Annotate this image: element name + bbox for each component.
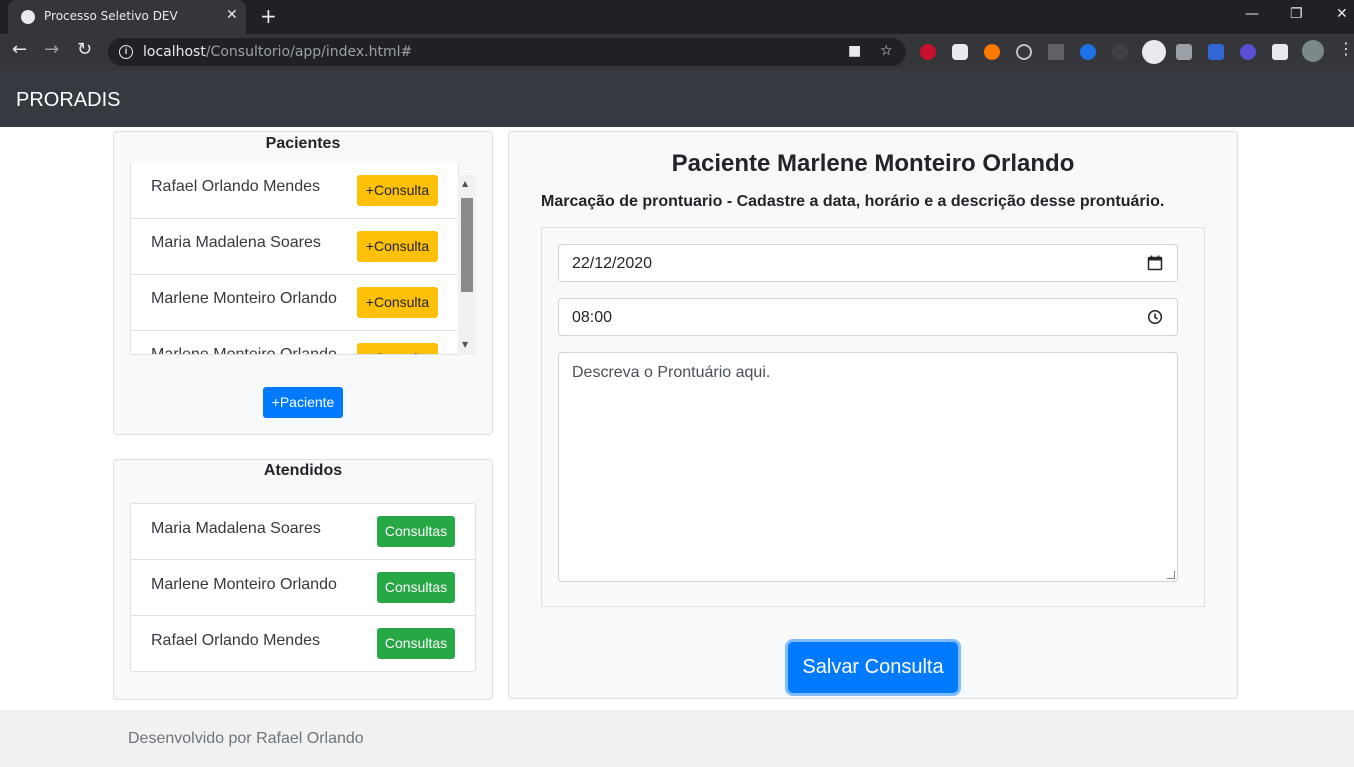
camera-icon[interactable]: ■ (848, 43, 861, 59)
download-extension-icon[interactable] (1208, 44, 1224, 60)
gear-extension-icon[interactable] (1240, 44, 1256, 60)
consultas-button[interactable]: Consultas (377, 516, 455, 547)
address-bar[interactable]: i localhost/Consultorio/app/index.html# … (108, 38, 906, 66)
pacientes-title: Pacientes (265, 135, 341, 152)
adblock-icon[interactable] (920, 44, 936, 60)
puzzle-icon[interactable] (1272, 44, 1288, 60)
list-item: Marlene Monteiro Orlando +Consulta (131, 331, 458, 355)
chat-extension-icon[interactable] (952, 44, 968, 60)
add-consulta-button[interactable]: +Consulta (357, 343, 438, 354)
resize-handle[interactable] (1167, 571, 1175, 579)
new-tab-icon[interactable]: + (260, 4, 277, 28)
scroll-down-icon[interactable]: ▼ (462, 340, 468, 349)
save-consulta-button[interactable]: Salvar Consulta (788, 642, 958, 693)
patient-name: Marlene Monteiro Orlando (151, 346, 337, 355)
restore-icon[interactable]: ❐ (1290, 6, 1303, 22)
menu-icon[interactable]: ⋮ (1338, 39, 1354, 58)
time-value: 08:00 (572, 309, 613, 326)
add-consulta-button[interactable]: +Consulta (357, 287, 438, 318)
form-container: 22/12/2020 08:00 Descreva o Prontuário a… (541, 227, 1205, 607)
consultas-button[interactable]: Consultas (377, 628, 455, 659)
brand-logo[interactable]: PRORADIS (16, 89, 120, 112)
window-close-icon[interactable]: ✕ (1336, 6, 1348, 22)
pacientes-list[interactable]: Rafael Orlando Mendes +Consulta Maria Ma… (130, 163, 459, 355)
minimize-icon[interactable]: — (1245, 6, 1259, 22)
target-extension-icon[interactable] (1016, 44, 1032, 60)
list-item: Marlene Monteiro Orlando Consultas (131, 560, 475, 616)
add-consulta-button[interactable]: +Consulta (357, 175, 438, 206)
prontuario-panel: Paciente Marlene Monteiro Orlando Marcaç… (508, 131, 1238, 699)
app-navbar: PRORADIS (0, 70, 1354, 127)
page-title: Paciente Marlene Monteiro Orlando (671, 150, 1075, 177)
atendidos-list: Maria Madalena Soares Consultas Marlene … (130, 503, 476, 672)
patient-name: Rafael Orlando Mendes (151, 178, 320, 195)
atendidos-title: Atendidos (263, 462, 343, 479)
scroll-thumb[interactable] (461, 198, 473, 292)
browser-tab[interactable]: Processo Seletivo DEV ✕ (8, 0, 246, 34)
se-extension-icon[interactable] (1080, 44, 1096, 60)
scroll-up-icon[interactable]: ▲ (462, 179, 468, 188)
atendidos-card: Atendidos Maria Madalena Soares Consulta… (113, 459, 493, 700)
date-field[interactable]: 22/12/2020 (558, 244, 1178, 282)
list-item: Rafael Orlando Mendes Consultas (131, 616, 475, 671)
date-value: 22/12/2020 (572, 255, 653, 272)
url-text[interactable]: localhost/Consultorio/app/index.html# (143, 44, 412, 60)
tab-title: Processo Seletivo DEV (44, 9, 178, 23)
calendar-icon[interactable] (1147, 255, 1163, 271)
consultas-button[interactable]: Consultas (377, 572, 455, 603)
description-placeholder: Descreva o Prontuário aqui. (572, 364, 771, 381)
screenshot-extension-icon[interactable] (1176, 44, 1192, 60)
patient-name: Rafael Orlando Mendes (151, 632, 320, 649)
clock-icon[interactable] (1147, 309, 1163, 325)
footer-credit: Desenvolvido por Rafael Orlando (128, 730, 364, 747)
close-tab-icon[interactable]: ✕ (226, 7, 238, 23)
info-icon[interactable]: i (119, 45, 133, 59)
time-field[interactable]: 08:00 (558, 298, 1178, 336)
back-icon[interactable]: ← (12, 39, 27, 60)
list-item: Maria Madalena Soares Consultas (131, 504, 475, 560)
list-item: Rafael Orlando Mendes +Consulta (131, 163, 458, 219)
globe-icon (21, 10, 35, 24)
add-consulta-button[interactable]: +Consulta (357, 231, 438, 262)
footer: Desenvolvido por Rafael Orlando (0, 710, 1354, 767)
list-item: Maria Madalena Soares +Consulta (131, 219, 458, 275)
description-textarea[interactable]: Descreva o Prontuário aqui. (558, 352, 1178, 582)
profile-extension-icon[interactable] (1142, 40, 1166, 64)
forward-icon[interactable]: → (44, 39, 59, 60)
patient-name: Marlene Monteiro Orlando (151, 576, 337, 593)
reload-icon[interactable]: ↻ (77, 39, 92, 60)
patient-name: Marlene Monteiro Orlando (151, 290, 337, 307)
pacientes-scrollbar[interactable]: ▲ ▼ (458, 175, 476, 355)
bookmark-star-icon[interactable]: ☆ (880, 43, 893, 59)
patient-name: Maria Madalena Soares (151, 234, 321, 251)
browser-tab-bar: Processo Seletivo DEV ✕ + — ❐ ✕ (0, 0, 1354, 34)
patient-name: Maria Madalena Soares (151, 520, 321, 537)
browser-toolbar: ← → ↻ i localhost/Consultorio/app/index.… (0, 34, 1354, 70)
pen-extension-icon[interactable] (1048, 44, 1064, 60)
add-paciente-button[interactable]: +Paciente (263, 387, 343, 418)
color-extension-icon[interactable] (984, 44, 1000, 60)
avatar[interactable] (1302, 40, 1324, 62)
list-item: Marlene Monteiro Orlando +Consulta (131, 275, 458, 331)
extension-icon[interactable] (1112, 44, 1128, 60)
form-subtitle: Marcação de prontuario - Cadastre a data… (541, 193, 1165, 210)
